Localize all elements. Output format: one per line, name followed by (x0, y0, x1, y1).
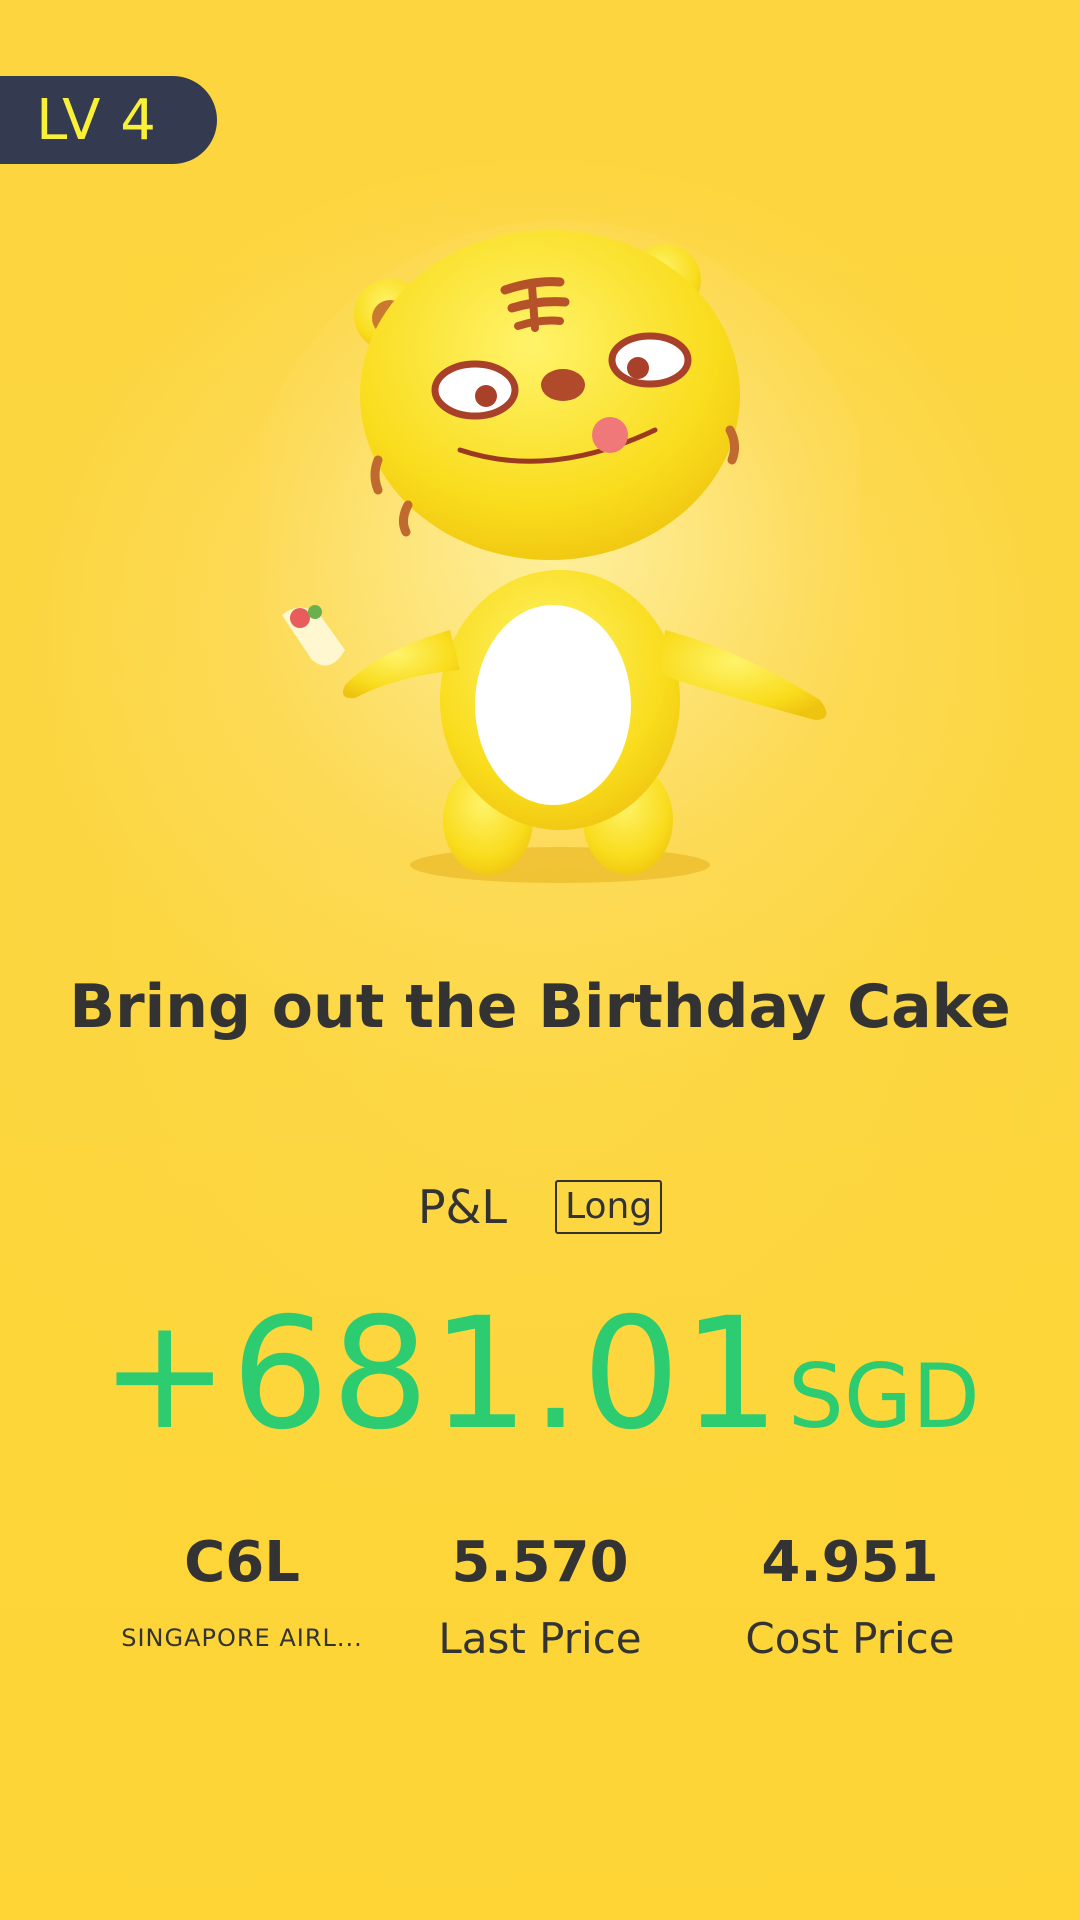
stat-last-price: 5.570 Last Price (370, 1530, 710, 1663)
level-label: LV 4 (36, 87, 157, 153)
pnl-value: +681.01 (100, 1285, 783, 1464)
tiger-mascot-icon (260, 220, 860, 883)
pnl-currency: SGD (788, 1345, 980, 1448)
last-price-label: Last Price (438, 1614, 642, 1663)
position-direction-tag: Long (555, 1180, 663, 1234)
last-price-value: 5.570 (451, 1530, 629, 1595)
cost-price-label: Cost Price (745, 1614, 955, 1663)
level-badge: LV 4 (0, 76, 217, 164)
stock-symbol: C6L (184, 1530, 300, 1595)
share-card: LV 4 Bring out the Birthday Cake P&L Lon… (0, 0, 1080, 1920)
pl-label: P&L (417, 1180, 508, 1234)
pnl-amount: +681.01SGD (0, 1285, 1080, 1464)
stat-symbol: C6L SINGAPORE AIRL... (72, 1530, 412, 1652)
pl-header: P&L Long (0, 1180, 1080, 1234)
stock-name: SINGAPORE AIRL... (121, 1624, 363, 1652)
stat-cost-price: 4.951 Cost Price (680, 1530, 1020, 1663)
cost-price-value: 4.951 (761, 1530, 939, 1595)
achievement-title: Bring out the Birthday Cake (69, 972, 1011, 1042)
